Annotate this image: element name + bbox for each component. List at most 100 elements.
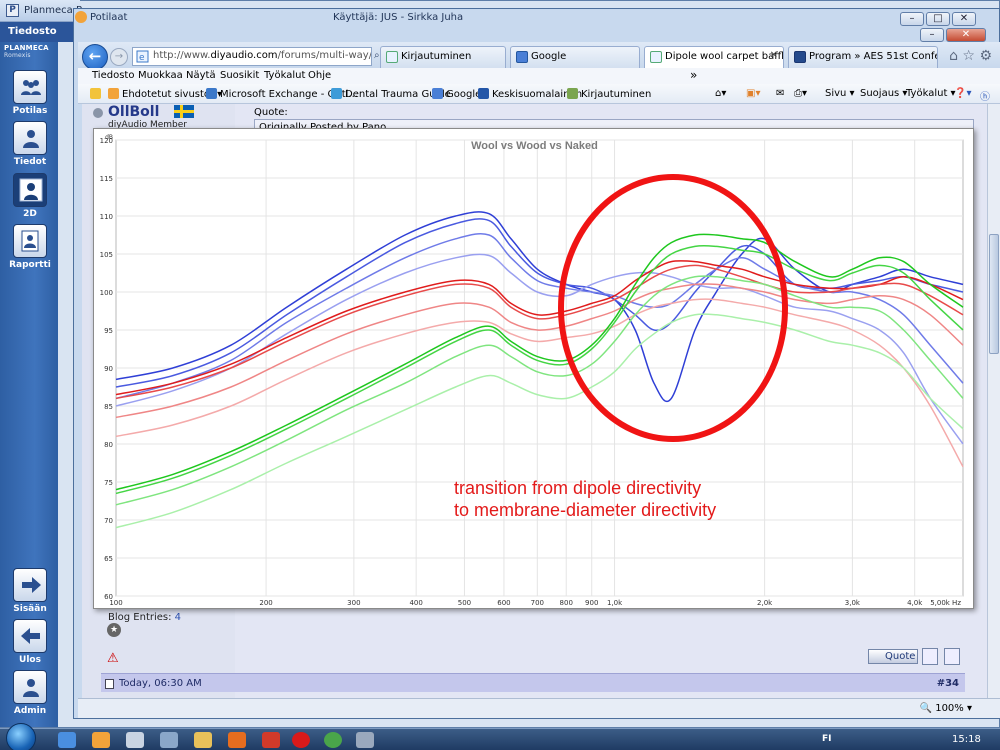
home-icon[interactable]: ⌂ bbox=[949, 48, 958, 64]
search-icon[interactable]: ⌕ bbox=[374, 50, 380, 61]
menu-muokkaa[interactable]: Muokkaa bbox=[138, 70, 183, 81]
mail-command[interactable]: ✉ bbox=[776, 88, 784, 99]
potilas-button[interactable] bbox=[13, 70, 47, 104]
blog-entries: Blog Entries: 4 bbox=[108, 612, 181, 623]
y-tick-label: 100 bbox=[100, 289, 113, 297]
fav-kirjautuminen[interactable]: Kirjautuminen bbox=[567, 88, 651, 100]
command-sivu[interactable]: Sivu ▾ bbox=[825, 88, 855, 99]
post-number-link[interactable]: #34 bbox=[937, 678, 959, 689]
xray-2d-icon bbox=[19, 178, 43, 202]
chart-canvas: 6065707580859095100105110115120100 200 300… bbox=[100, 134, 964, 607]
sisaan-button[interactable] bbox=[13, 568, 47, 602]
home-icon: ⌂▾ bbox=[715, 88, 727, 99]
fav-icon bbox=[206, 88, 217, 99]
quick-reply-icon[interactable] bbox=[944, 648, 960, 665]
command-tyokalut[interactable]: Työkalut ▾ bbox=[906, 88, 956, 99]
post-username[interactable]: OllBoll bbox=[108, 104, 159, 120]
taskbar-app-icon[interactable] bbox=[160, 732, 178, 748]
browser-right-tools: ⌂ ☆ ⚙ bbox=[949, 48, 992, 64]
taskbar-app-icon[interactable] bbox=[126, 732, 144, 748]
windows-taskbar: FI 15:18 bbox=[0, 723, 1000, 750]
back-button[interactable]: ← bbox=[82, 44, 108, 70]
taskbar-planmeca-icon[interactable] bbox=[92, 732, 110, 748]
raportti-button[interactable] bbox=[13, 224, 47, 258]
quote-button[interactable]: Quote bbox=[868, 649, 918, 664]
hp-icon[interactable]: ⓗ bbox=[980, 88, 990, 103]
maximize-button[interactable]: □ bbox=[926, 12, 950, 26]
address-domain: diyaudio.com bbox=[210, 50, 278, 61]
tab-label: Google bbox=[531, 51, 567, 62]
inner-minimize-button[interactable]: – bbox=[920, 28, 944, 42]
admin-label: Admin bbox=[13, 706, 47, 716]
taskbar-app-icon[interactable] bbox=[356, 732, 374, 748]
x-tick-label: 100 bbox=[109, 599, 122, 607]
fav-google[interactable]: Google bbox=[432, 88, 481, 100]
multiquote-icon[interactable] bbox=[922, 648, 938, 665]
x-tick-label: 600 bbox=[497, 599, 510, 607]
tiedot-button[interactable] bbox=[13, 121, 47, 155]
command-suojaus[interactable]: Suojaus ▾ bbox=[860, 88, 907, 99]
post-doc-icon bbox=[105, 679, 114, 689]
tray-clock[interactable]: 15:18 bbox=[952, 734, 981, 745]
rss-command[interactable]: ▣▾ bbox=[746, 88, 760, 99]
taskbar-media-icon[interactable] bbox=[228, 732, 246, 748]
page-scrollbar[interactable] bbox=[987, 104, 1000, 698]
tab-close-icon[interactable]: ✕ bbox=[770, 50, 778, 61]
tab-kirjautuminen[interactable]: Kirjautuminen bbox=[380, 46, 506, 68]
home-command[interactable]: ⌂▾ bbox=[715, 88, 726, 99]
x-tick-label: 400 bbox=[409, 599, 422, 607]
address-input[interactable]: http://www.diyaudio.com/forums/multi-way… bbox=[132, 47, 372, 66]
taskbar-acrobat-icon[interactable] bbox=[262, 732, 280, 748]
report-post-icon[interactable]: ⚠ bbox=[107, 651, 119, 666]
y-tick-label: 75 bbox=[104, 479, 113, 487]
menu-ohje[interactable]: Ohje bbox=[308, 70, 331, 81]
favorites-star-button[interactable] bbox=[90, 88, 104, 100]
planmeca-app-icon: P bbox=[6, 4, 19, 17]
address-path: /forums/multi-way/ bbox=[277, 50, 372, 61]
help-icon[interactable]: ❓▾ bbox=[954, 88, 971, 99]
start-button[interactable] bbox=[6, 723, 36, 750]
tab-dipole-wool[interactable]: Dipole wool carpet baffle ...✕ bbox=[644, 46, 784, 68]
print-icon: ⎙▾ bbox=[794, 88, 808, 99]
taskbar-opera-icon[interactable] bbox=[292, 732, 310, 748]
scroll-thumb[interactable] bbox=[989, 234, 999, 354]
potilaat-icon bbox=[75, 11, 87, 23]
fav-icon bbox=[432, 88, 443, 99]
menu-tyokalut[interactable]: Työkalut bbox=[264, 70, 305, 81]
planmeca-logo-product: Romexis bbox=[4, 52, 31, 59]
x-tick-label: 500 bbox=[458, 599, 471, 607]
close-button[interactable]: ✕ bbox=[952, 12, 976, 26]
tab-favicon bbox=[650, 51, 662, 63]
frequency-response-chart: 60 65 70 75 80 85 90 95 100 105 110 115 120 100 200 300… bbox=[93, 128, 974, 609]
taskbar-ie-icon[interactable] bbox=[58, 732, 76, 748]
taskbar-folder-icon[interactable] bbox=[194, 732, 212, 748]
favorites-star-icon[interactable]: ☆ bbox=[962, 48, 975, 64]
online-status-icon bbox=[93, 108, 103, 118]
2d-button[interactable] bbox=[13, 173, 47, 207]
planmeca-file-menu[interactable]: Tiedosto bbox=[0, 22, 74, 42]
inner-close-button[interactable]: ✕ bbox=[946, 28, 986, 42]
ulos-label: Ulos bbox=[19, 655, 41, 665]
menu-nayta[interactable]: Näytä bbox=[186, 70, 216, 81]
ulos-button[interactable] bbox=[13, 619, 47, 653]
sweden-flag-icon bbox=[174, 105, 194, 118]
menu-tiedosto[interactable]: Tiedosto bbox=[92, 70, 134, 81]
print-command[interactable]: ⎙▾ bbox=[794, 88, 807, 99]
taskbar-chrome-icon[interactable] bbox=[324, 732, 342, 748]
tab-google[interactable]: Google bbox=[510, 46, 640, 68]
reputation-star-icon[interactable]: ★ bbox=[107, 623, 121, 637]
admin-button[interactable] bbox=[13, 670, 47, 704]
menu-suosikit[interactable]: Suosikit bbox=[220, 70, 259, 81]
x-tick-label: 300 bbox=[347, 599, 360, 607]
x-tick-label: 200 bbox=[259, 599, 272, 607]
settings-gear-icon[interactable]: ⚙ bbox=[979, 48, 992, 64]
tab-aes-program[interactable]: Program » AES 51st Confere... bbox=[788, 46, 938, 68]
fav-icon bbox=[478, 88, 489, 99]
overflow-icon[interactable]: » bbox=[690, 68, 697, 82]
fav-icon bbox=[567, 88, 578, 99]
minimize-button[interactable]: – bbox=[900, 12, 924, 26]
zoom-level[interactable]: 🔍 100% ▾ bbox=[920, 703, 972, 714]
forward-button[interactable]: → bbox=[110, 48, 128, 66]
tray-language[interactable]: FI bbox=[822, 734, 832, 744]
blog-entries-count[interactable]: 4 bbox=[175, 612, 181, 623]
